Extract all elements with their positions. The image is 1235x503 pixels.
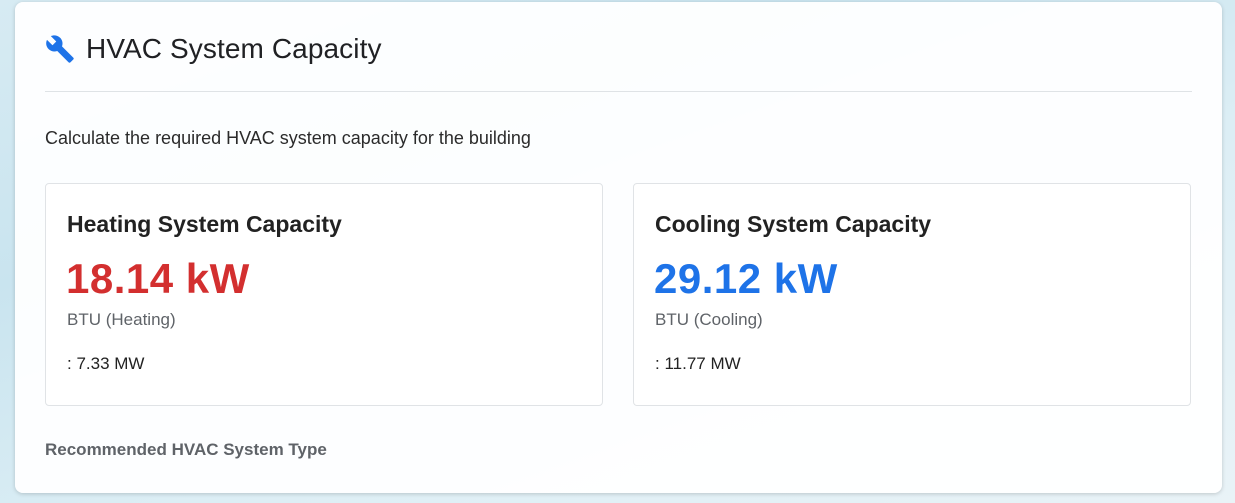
heating-secondary-value: : 7.33 MW	[67, 354, 145, 373]
cooling-secondary-value: : 11.77 MW	[655, 354, 741, 373]
description-text: Calculate the required HVAC system capac…	[45, 128, 531, 148]
cooling-panel-title: Cooling System Capacity	[655, 211, 932, 237]
recommended-system-heading: Recommended HVAC System Type	[45, 440, 327, 459]
heating-capacity-panel: Heating System Capacity 18.14 kW BTU (He…	[45, 183, 603, 406]
wrench-icon	[46, 35, 74, 63]
page-title: HVAC System Capacity	[86, 33, 382, 64]
hvac-capacity-card: HVAC System Capacity Calculate the requi…	[15, 2, 1222, 493]
card-header: HVAC System Capacity	[45, 33, 382, 65]
cooling-capacity-panel: Cooling System Capacity 29.12 kW BTU (Co…	[633, 183, 1191, 406]
heating-unit-label: BTU (Heating)	[67, 310, 176, 329]
heating-capacity-value: 18.14 kW	[66, 255, 250, 302]
header-divider	[45, 91, 1192, 92]
cooling-capacity-value: 29.12 kW	[654, 255, 838, 302]
cooling-unit-label: BTU (Cooling)	[655, 310, 763, 329]
heating-panel-title: Heating System Capacity	[67, 211, 342, 237]
